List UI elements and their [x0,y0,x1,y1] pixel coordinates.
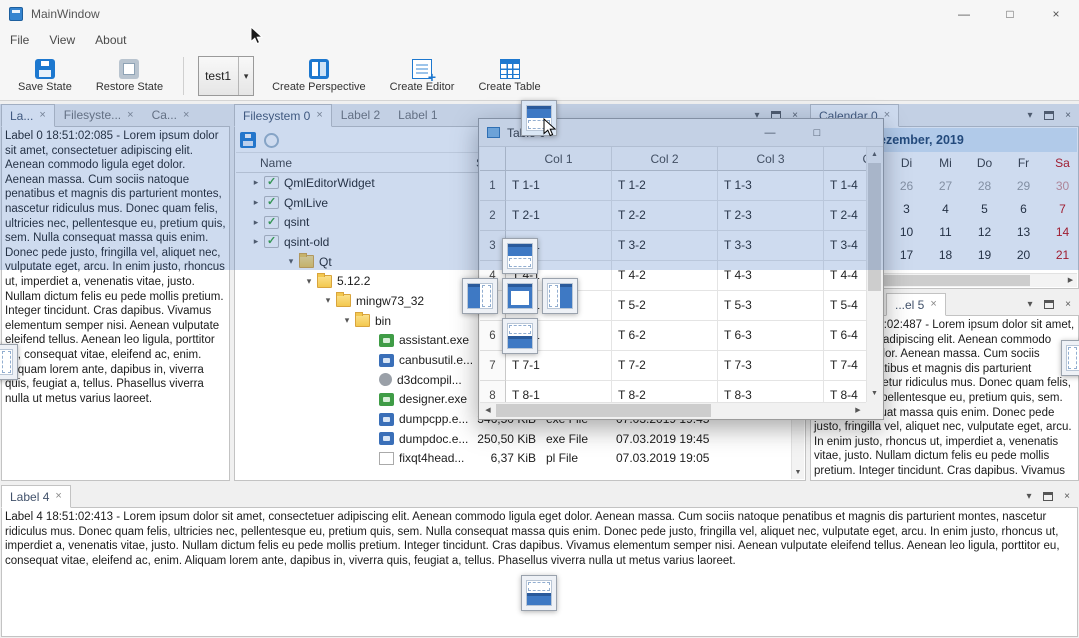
table-cell[interactable]: T 5-4 [824,291,866,321]
tab-label5[interactable]: ...el 5 × [886,293,946,316]
scroll-left-icon[interactable]: ◀ [480,403,496,418]
table-cell[interactable]: T 8-3 [718,381,824,402]
file-icon [355,314,370,327]
toolbar: Save State Restore State test1 ▾ Create … [0,52,1079,101]
dock-indicator-bottom-edge[interactable] [521,575,557,611]
create-table-button[interactable]: Create Table [466,53,552,99]
menu-bar: File View About [0,28,1079,52]
table-cell[interactable]: T 6-3 [718,321,824,351]
menu-view[interactable]: View [39,28,85,52]
file-icon [379,452,394,465]
expand-arrow-icon[interactable] [320,295,336,306]
file-icon [379,334,394,347]
maximize-button[interactable]: □ [987,0,1033,28]
table-cell[interactable]: T 5-3 [718,291,824,321]
tree-row[interactable]: fixqt4head... 6,37 KiB pl File 07.03.201… [236,449,791,469]
menu-about[interactable]: About [85,28,136,52]
table-icon [500,59,520,79]
table-cell[interactable]: T 5-2 [612,291,718,321]
close-button[interactable]: × [1060,296,1076,312]
table-row[interactable]: 8 T 8-1 T 8-2 T 8-3 T 8-4 [480,381,866,402]
table-cell[interactable]: T 8-1 [506,381,612,402]
table-cell[interactable]: T 7-4 [824,351,866,381]
label4-text: Label 4 18:51:02:413 - Lorem ipsum dolor… [1,507,1078,637]
file-size: 6,37 KiB [472,451,536,465]
toolbar-separator [183,57,184,95]
file-icon [379,354,394,367]
table-cell[interactable]: T 6-2 [612,321,718,351]
create-editor-button[interactable]: Create Editor [378,53,467,99]
combobox-value: test1 [205,69,231,83]
scroll-right-icon[interactable]: ▶ [1064,274,1077,287]
dock-indicator-area-left[interactable] [462,278,498,314]
close-button[interactable]: × [1033,0,1079,28]
dock-indicator-area-right[interactable] [542,278,578,314]
undock-icon[interactable] [1044,300,1054,309]
scroll-down-icon[interactable]: ▼ [867,386,882,402]
row-header[interactable]: 7 [480,351,506,381]
editor-icon [412,59,432,79]
file-icon [379,373,392,386]
file-size: 250,50 KiB [472,432,536,446]
dock-indicator-right-edge[interactable] [1061,340,1079,376]
restore-icon [119,59,139,79]
table-cell[interactable]: T 7-2 [612,351,718,381]
file-type: exe File [546,432,588,446]
scrollbar-thumb[interactable] [496,404,711,417]
create-perspective-button[interactable]: Create Perspective [260,53,378,99]
expand-arrow-icon[interactable] [301,276,317,287]
mouse-cursor [250,26,263,45]
chevron-down-icon[interactable]: ▾ [238,57,253,95]
window-titlebar: MainWindow — □ × [0,0,1079,28]
perspective-combobox[interactable]: test1 ▾ [198,56,254,96]
file-icon [379,432,394,445]
row-header[interactable]: 8 [480,381,506,402]
table-cell[interactable]: T 8-4 [824,381,866,402]
table-cell[interactable]: T 8-2 [612,381,718,402]
file-type: pl File [546,451,578,465]
file-icon [317,275,332,288]
table-row[interactable]: 7 T 7-1 T 7-2 T 7-3 T 7-4 [480,351,866,381]
horizontal-scrollbar[interactable]: ◀ ▶ [480,402,866,418]
perspective-icon [309,59,329,79]
tree-row[interactable]: dumpdoc.e... 250,50 KiB exe File 07.03.2… [236,429,791,449]
tab-menu-button[interactable]: ▾ [1022,296,1038,312]
save-state-button[interactable]: Save State [6,53,84,99]
file-icon [336,294,351,307]
menu-file[interactable]: File [0,28,39,52]
file-date-modified: 07.03.2019 19:45 [616,432,709,446]
close-icon[interactable]: × [55,491,61,502]
save-icon [35,59,55,79]
tab-menu-button[interactable]: ▾ [1021,488,1037,504]
tab-label4[interactable]: Label 4 × [1,485,71,508]
window-title: MainWindow [31,7,100,21]
drag-cursor [543,118,556,137]
scrollbar-corner [866,402,882,418]
close-icon[interactable]: × [930,299,936,310]
table-cell[interactable]: T 7-3 [718,351,824,381]
expand-arrow-icon[interactable] [339,315,355,326]
app-icon [9,7,23,21]
table-cell[interactable]: T 6-4 [824,321,866,351]
file-date-modified: 07.03.2019 19:05 [616,451,709,465]
dock-indicator-area-top[interactable] [502,238,538,274]
main-window: MainWindow — □ × File View About Save St… [0,0,1079,638]
undock-icon[interactable] [1043,492,1053,501]
table-cell[interactable]: T 7-1 [506,351,612,381]
file-icon [379,393,394,406]
minimize-button[interactable]: — [941,0,987,28]
dock-area-label4: Label 4 × ▾ × Label 4 18:51:02:413 - Lor… [1,485,1078,637]
close-button[interactable]: × [1059,488,1075,504]
scroll-right-icon[interactable]: ▶ [850,403,866,418]
file-icon [379,413,394,426]
tab-bar: Label 4 × ▾ × [1,485,1078,507]
restore-state-button[interactable]: Restore State [84,53,175,99]
window-controls: — □ × [941,0,1079,28]
dock-indicator-area-center[interactable] [502,278,538,314]
dock-indicator-left-edge[interactable] [0,344,18,380]
scroll-down-icon[interactable]: ▼ [792,466,804,479]
dock-indicator-area-bottom[interactable] [502,318,538,354]
